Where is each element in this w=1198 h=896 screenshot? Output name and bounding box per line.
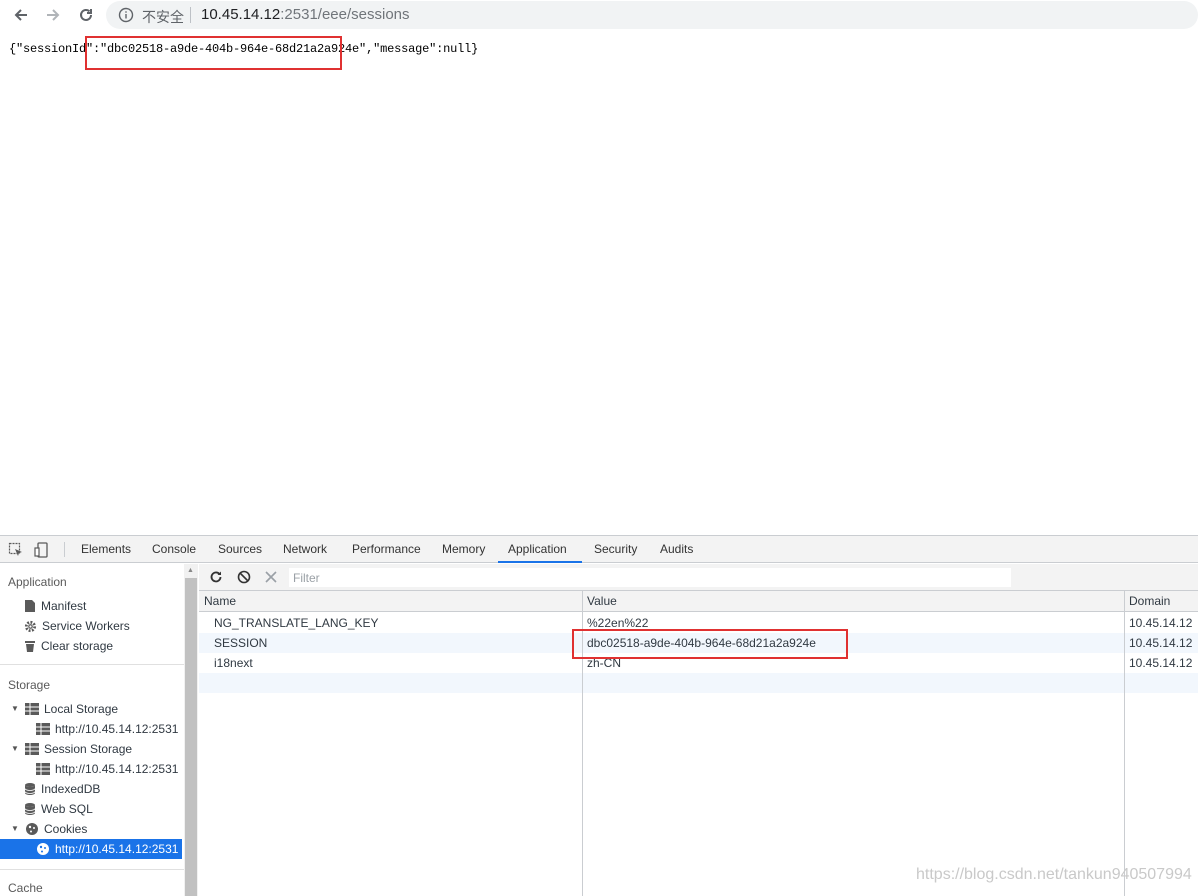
tab-audits[interactable]: Audits xyxy=(658,536,695,563)
tab-network[interactable]: Network xyxy=(281,536,329,563)
sidebar-item-label: IndexedDB xyxy=(41,782,101,796)
sidebar-item-label: Clear storage xyxy=(41,639,114,653)
sidebar-item-session-storage[interactable]: ▼ Session Storage xyxy=(10,739,132,759)
tab-memory[interactable]: Memory xyxy=(440,536,487,563)
sidebar-item-label: Local Storage xyxy=(44,702,119,716)
watermark: https://blog.csdn.net/tankun940507994 xyxy=(916,866,1192,883)
expand-triangle-icon[interactable]: ▼ xyxy=(10,819,20,839)
expand-triangle-icon[interactable]: ▼ xyxy=(10,699,20,719)
scroll-up-arrow-icon[interactable]: ▲ xyxy=(187,567,194,574)
json-suffix: ,"message":null} xyxy=(366,42,479,56)
session-id-highlight xyxy=(85,36,342,70)
reload-icon xyxy=(80,8,92,21)
toolbar-divider xyxy=(64,542,65,557)
sidebar-item-label: http://10.45.14.12:2531 xyxy=(55,842,179,856)
back-arrow-icon xyxy=(14,9,27,21)
cookie-domain: 10.45.14.12 xyxy=(1129,616,1193,630)
cookie-icon xyxy=(37,843,49,855)
filter-input[interactable] xyxy=(289,568,1011,587)
sidebar-item-label: Session Storage xyxy=(44,742,133,756)
database-icon xyxy=(24,803,36,815)
trash-icon xyxy=(25,641,35,652)
cookie-name: SESSION xyxy=(214,636,268,650)
devtools-panel: Elements Console Sources Network Perform… xyxy=(0,535,1198,896)
url-text[interactable]: 10.45.14.12:2531/eee/sessions xyxy=(201,6,410,23)
sidebar-scrollbar-thumb[interactable] xyxy=(185,578,197,896)
cookies-panel: Name Value Domain NG_TRANSLATE_LANG_KEY … xyxy=(199,564,1198,896)
cookie-name: i18next xyxy=(214,656,253,670)
session-cookie-highlight xyxy=(572,629,848,659)
sidebar-item-local-storage[interactable]: ▼ Local Storage xyxy=(10,699,118,719)
forward-button[interactable] xyxy=(42,4,64,26)
sidebar-item-label: Manifest xyxy=(41,599,87,613)
url-host: 10.45.14.12 xyxy=(201,6,281,23)
sidebar-item-indexeddb[interactable]: IndexedDB xyxy=(24,779,100,799)
clear-icon[interactable] xyxy=(237,570,251,584)
sidebar-item-cookies-origin[interactable]: http://10.45.14.12:2531 xyxy=(0,839,182,859)
gear-icon xyxy=(24,620,37,632)
sidebar-item-service-workers[interactable]: Service Workers xyxy=(24,616,130,636)
expand-triangle-icon[interactable]: ▼ xyxy=(10,739,20,759)
url-path: :2531/eee/sessions xyxy=(280,6,410,23)
sidebar-divider xyxy=(0,664,184,665)
forward-arrow-icon xyxy=(47,9,60,21)
reload-button[interactable] xyxy=(75,4,97,26)
devtools-tabbar: Elements Console Sources Network Perform… xyxy=(0,536,1198,563)
tab-performance[interactable]: Performance xyxy=(350,536,423,563)
device-toolbar-icon[interactable] xyxy=(34,542,50,558)
sidebar-divider xyxy=(0,869,184,870)
cookie-name: NG_TRANSLATE_LANG_KEY xyxy=(214,616,379,630)
sidebar-header-cache: Cache xyxy=(8,881,43,895)
grid-icon xyxy=(36,723,50,735)
url-separator xyxy=(190,7,191,23)
cookies-toolbar xyxy=(199,564,1198,591)
address-bar[interactable]: 不安全 10.45.14.12:2531/eee/sessions xyxy=(106,1,1198,29)
sidebar-item-manifest[interactable]: Manifest xyxy=(24,596,86,616)
cookie-icon xyxy=(26,823,38,835)
sidebar-item-label: http://10.45.14.12:2531 xyxy=(55,722,179,736)
table-header: Name Value Domain xyxy=(199,591,1198,612)
sidebar-item-label: Web SQL xyxy=(41,802,93,816)
security-label[interactable]: 不安全 xyxy=(142,7,184,27)
back-button[interactable] xyxy=(10,4,32,26)
tab-security[interactable]: Security xyxy=(592,536,639,563)
sidebar-header-application: Application xyxy=(8,575,67,589)
document-icon xyxy=(25,600,35,612)
grid-icon xyxy=(25,743,39,755)
sidebar-item-label: http://10.45.14.12:2531 xyxy=(55,762,179,776)
inspect-element-icon[interactable] xyxy=(8,542,24,558)
sidebar-item-label: Service Workers xyxy=(42,619,130,633)
sidebar-item-session-storage-origin[interactable]: http://10.45.14.12:2531 xyxy=(36,759,178,779)
refresh-icon[interactable] xyxy=(209,570,223,584)
tab-sources[interactable]: Sources xyxy=(216,536,264,563)
sidebar-item-local-storage-origin[interactable]: http://10.45.14.12:2531 xyxy=(36,719,178,739)
database-icon xyxy=(24,783,36,795)
tab-console[interactable]: Console xyxy=(150,536,198,563)
column-header-value[interactable]: Value xyxy=(582,591,617,612)
sidebar-item-web-sql[interactable]: Web SQL xyxy=(24,799,93,819)
tab-application[interactable]: Application xyxy=(498,536,582,563)
delete-icon[interactable] xyxy=(265,571,277,583)
column-header-name[interactable]: Name xyxy=(199,591,236,612)
sidebar-item-cookies[interactable]: ▼ Cookies xyxy=(10,819,87,839)
grid-icon xyxy=(25,703,39,715)
tab-elements[interactable]: Elements xyxy=(79,536,133,563)
info-icon[interactable] xyxy=(118,7,134,23)
grid-icon xyxy=(36,763,50,775)
cookie-domain: 10.45.14.12 xyxy=(1129,656,1193,670)
sidebar-item-clear-storage[interactable]: Clear storage xyxy=(24,636,113,656)
column-header-domain[interactable]: Domain xyxy=(1124,591,1170,612)
column-divider[interactable] xyxy=(1124,591,1125,896)
sidebar-item-label: Cookies xyxy=(44,822,88,836)
table-row-empty xyxy=(199,673,1198,693)
cookie-domain: 10.45.14.12 xyxy=(1129,636,1193,650)
sidebar-header-storage: Storage xyxy=(8,678,51,692)
application-sidebar: Application Manifest Service Workers Cle… xyxy=(0,564,198,896)
browser-toolbar: 不安全 10.45.14.12:2531/eee/sessions xyxy=(0,0,1198,30)
sidebar-scrollbar[interactable]: ▲ xyxy=(184,564,198,896)
